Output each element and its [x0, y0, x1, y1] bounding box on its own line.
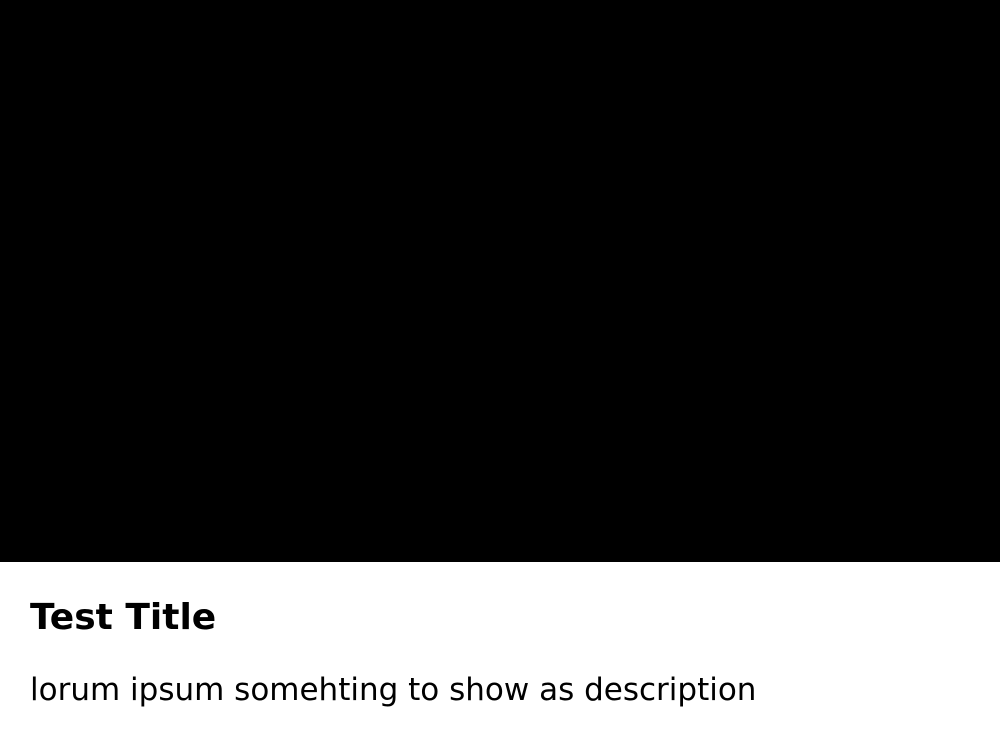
card-title: Test Title [30, 597, 217, 638]
content-card: Test Title lorum ipsum somehting to show… [0, 0, 1000, 740]
card-description: lorum ipsum somehting to show as descrip… [30, 672, 757, 708]
card-media [0, 0, 1000, 562]
